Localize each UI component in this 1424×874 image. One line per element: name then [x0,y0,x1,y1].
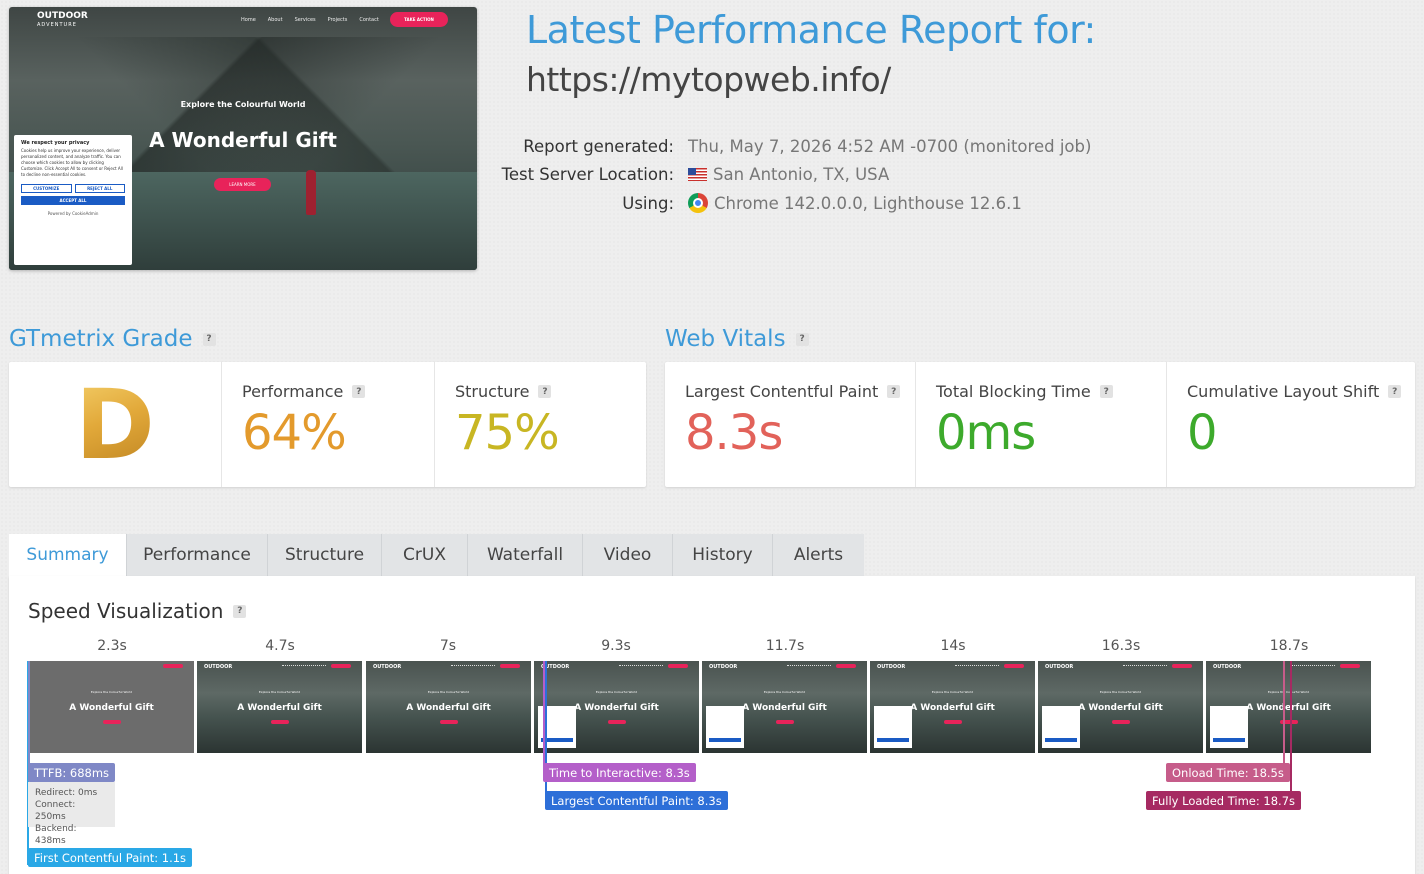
gtmetrix-grade-heading: GTmetrix Grade? [9,326,216,352]
thumb-learn-more: LEARN MORE [214,178,271,191]
report-title: Latest Performance Report for: [526,8,1096,52]
onload-line [1283,661,1285,773]
structure-label: Structure [455,382,530,401]
cls-cell: Cumulative Layout Shift? 0 [1166,362,1415,487]
report-url[interactable]: https://mytopweb.info/ [526,60,891,99]
thumb-person [306,170,316,215]
grade-letter-cell: D [9,362,221,487]
cookie-body: Cookies help us improve your experience,… [21,148,123,177]
redirect-time: Redirect: 0ms [35,788,98,798]
fully-loaded-marker: Fully Loaded Time: 18.7s [1146,791,1302,810]
tbt-label: Total Blocking Time [936,382,1091,401]
site-screenshot: OUTDOOR ADVENTURE Home About Services Projec… [9,7,477,270]
filmstrip-frame[interactable]: Explore the Colourful World A Wonderful … [29,661,194,753]
help-icon[interactable]: ? [1099,385,1113,398]
cookie-reject: REJECT ALL [74,184,125,193]
frame-time: 9.3s [601,638,631,654]
filmstrip-frame[interactable]: OUTDOOR Explore the Colourful World A Wo… [870,661,1035,753]
filmstrip-frame[interactable]: OUTDOOR Explore the Colourful World A Wo… [197,661,362,753]
ttfb-marker: TTFB: 688ms [28,763,116,782]
using-value: Chrome 142.0.0.0, Lighthouse 12.6.1 [714,193,1022,213]
tbt-value: 0ms [936,405,1036,461]
tab-video[interactable]: Video [583,534,673,576]
thumb-kicker: Explore the Colourful World [180,100,306,109]
speed-visualization-heading: Speed Visualization? [28,599,247,623]
filmstrip-frame[interactable]: OUTDOOR Explore the Colourful World A Wo… [702,661,867,753]
tab-performance[interactable]: Performance [127,534,268,576]
cookie-customize: CUSTOMIZE [21,184,72,193]
thumb-cookie-banner: We respect your privacy Cookies help us … [14,135,132,265]
help-icon[interactable]: ? [233,604,247,618]
backend-time: Backend: 438ms [35,824,77,846]
tab-alerts[interactable]: Alerts [773,534,864,576]
filmstrip-frame[interactable]: OUTDOOR Explore the Colourful World A Wo… [534,661,699,753]
lcp-cell: Largest Contentful Paint? 8.3s [665,362,915,487]
help-icon[interactable]: ? [352,385,366,398]
thumb-logo: OUTDOOR ADVENTURE [37,11,88,29]
thumb-nav: Home About Services Projects Contact [241,17,379,23]
cls-label: Cumulative Layout Shift [1187,382,1380,401]
fully-loaded-line [1290,661,1292,801]
generated-label: Report generated: [523,136,674,156]
fcp-marker: First Contentful Paint: 1.1s [28,848,193,867]
speed-visualization-title: Speed Visualization [28,599,224,623]
grade-letter: D [75,368,155,481]
filmstrip-frame[interactable]: OUTDOOR Explore the Colourful World A Wo… [1206,661,1371,753]
frame-time: 4.7s [265,638,295,654]
lcp-value: 8.3s [685,405,783,461]
performance-label: Performance [242,382,344,401]
lcp-marker: Largest Contentful Paint: 8.3s [545,791,728,810]
gtmetrix-grade-title: GTmetrix Grade [9,326,193,352]
tab-crux[interactable]: CrUX [382,534,468,576]
structure-cell: Structure? 75% [434,362,646,487]
report-meta: Report generated: Thu, May 7, 2026 4:52 … [480,132,1091,218]
filmstrip-frame[interactable]: OUTDOOR Explore the Colourful World A Wo… [366,661,531,753]
help-icon[interactable]: ? [202,332,216,346]
frame-time: 18.7s [1269,638,1309,654]
generated-value: Thu, May 7, 2026 4:52 AM -0700 (monitore… [688,136,1092,156]
help-icon[interactable]: ? [538,385,552,398]
ttfb-line [28,661,30,774]
help-icon[interactable]: ? [887,385,901,398]
cls-value: 0 [1187,405,1218,461]
frame-time: 11.7s [765,638,805,654]
frame-time: 7s [439,638,457,654]
frame-time: 2.3s [97,638,127,654]
tab-summary[interactable]: Summary [9,534,127,576]
frame-time: 14s [940,638,966,654]
tab-structure[interactable]: Structure [268,534,382,576]
frame-time: 16.3s [1101,638,1141,654]
tbt-cell: Total Blocking Time? 0ms [915,362,1166,487]
cookie-accept: ACCEPT ALL [21,196,125,205]
onload-marker: Onload Time: 18.5s [1166,763,1290,782]
tab-waterfall[interactable]: Waterfall [468,534,583,576]
location-value: San Antonio, TX, USA [713,165,890,185]
ttfb-breakdown: Redirect: 0ms Connect: 250ms Backend: 43… [28,782,115,846]
location-label: Test Server Location: [501,165,674,185]
report-tabs: Summary Performance Structure CrUX Water… [9,534,864,576]
help-icon[interactable]: ? [795,332,809,346]
vitals-card: Largest Contentful Paint? 8.3s Total Blo… [665,362,1415,487]
tti-marker: Time to Interactive: 8.3s [543,763,696,782]
using-label: Using: [622,193,674,213]
structure-value: 75% [455,405,560,461]
cookie-powered: Powered by CookieAdmin [47,211,99,216]
performance-value: 64% [242,405,347,461]
chrome-icon [688,193,708,214]
lcp-label: Largest Contentful Paint [685,382,879,401]
web-vitals-heading: Web Vitals? [665,326,809,352]
connect-time: Connect: 250ms [35,800,76,822]
thumb-cta: TAKE ACTION [390,12,448,27]
grade-card: D Performance? 64% Structure? 75% [9,362,646,487]
filmstrip-frame[interactable]: OUTDOOR Explore the Colourful World A Wo… [1038,661,1203,753]
performance-cell: Performance? 64% [221,362,434,487]
cookie-title: We respect your privacy [21,140,90,146]
tab-history[interactable]: History [673,534,773,576]
help-icon[interactable]: ? [1388,385,1402,398]
us-flag-icon [688,168,707,182]
web-vitals-title: Web Vitals [665,326,786,352]
